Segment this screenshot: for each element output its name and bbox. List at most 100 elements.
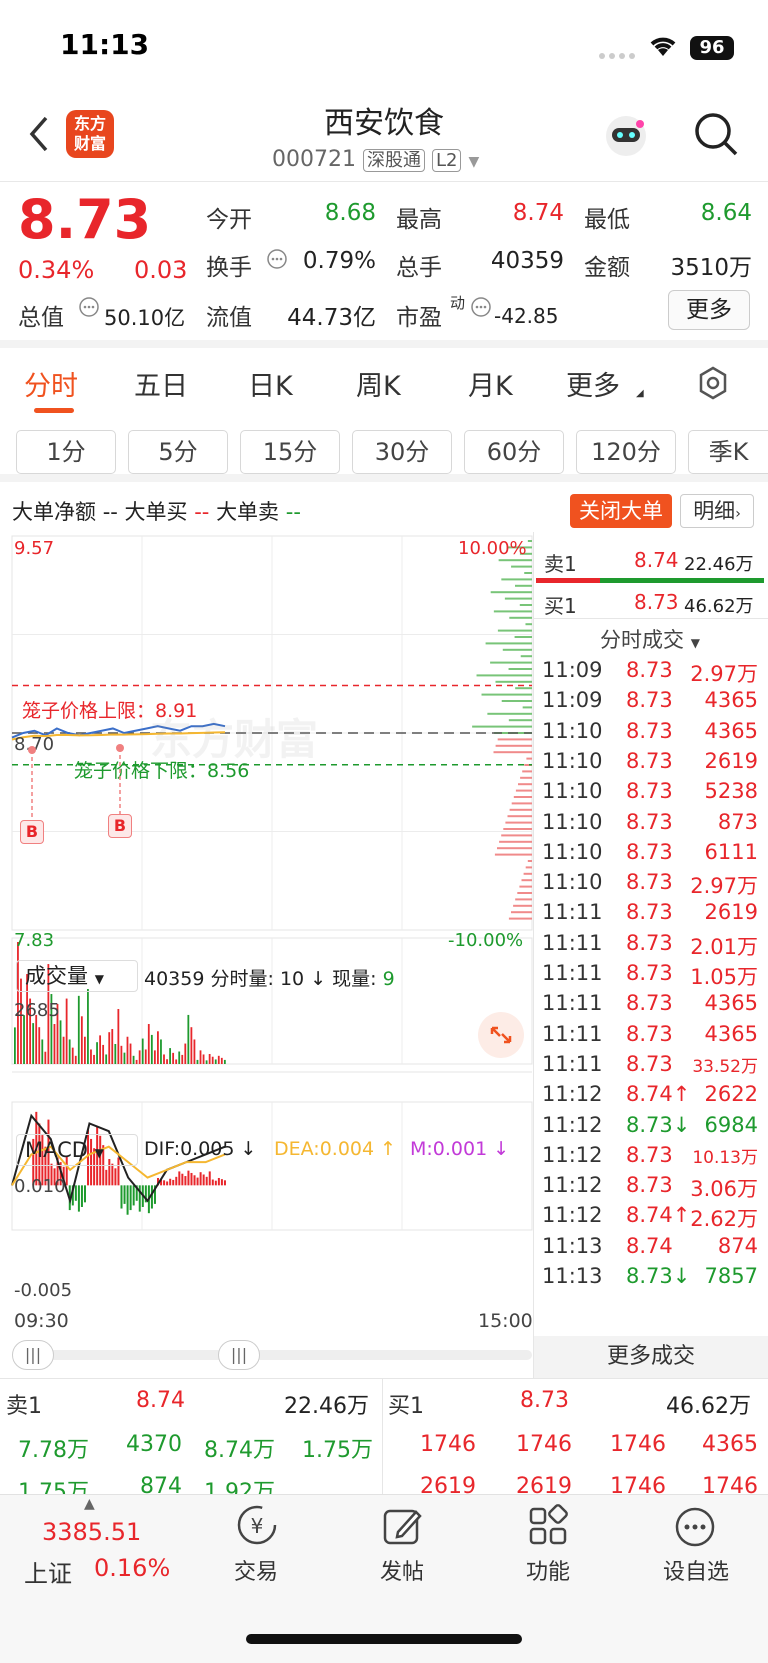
depth-bar — [494, 853, 532, 856]
close-big-order-button[interactable]: 关闭大单 — [570, 494, 672, 528]
volume-bar — [135, 1059, 138, 1064]
period-60min[interactable]: 60分 — [464, 430, 564, 474]
scroll-handle-left[interactable]: ||| — [12, 1340, 54, 1370]
period-15min[interactable]: 15分 — [240, 430, 340, 474]
period-30min[interactable]: 30分 — [352, 430, 452, 474]
period-quarter-k[interactable]: 季K — [688, 430, 768, 474]
macd-bar — [220, 1179, 223, 1186]
volume-bar — [160, 1039, 162, 1064]
tick-price: 8.73 — [626, 991, 673, 1016]
turnover-label: 换手 — [206, 255, 252, 281]
tick-time: 11:13 — [542, 1233, 603, 1258]
depth-bar — [527, 540, 532, 542]
ob-sell-queue: 7.78万 — [18, 1438, 89, 1463]
tick-time: 11:10 — [542, 839, 603, 864]
period-5min[interactable]: 5分 — [128, 430, 228, 474]
detail-button[interactable]: 明细› — [680, 494, 754, 528]
macd-selector[interactable]: MACD ▼ — [16, 1134, 138, 1166]
volume-bar — [214, 1059, 217, 1064]
mktcap-label: 总值 — [18, 305, 64, 331]
robot-assistant-icon[interactable] — [602, 112, 650, 164]
nav-add-watchlist[interactable]: 设自选 — [636, 1554, 756, 1586]
ob-buy-label: 买1 — [388, 1394, 424, 1419]
ticks-header[interactable]: 分时成交 ▼ — [600, 624, 700, 654]
volume-bar — [181, 1054, 184, 1064]
index-name[interactable]: 上证 — [24, 1554, 72, 1589]
stock-code-row: 000721 深股通 L2 ▼ — [272, 146, 479, 172]
info-icon[interactable] — [78, 296, 100, 322]
active-tab-indicator — [34, 408, 74, 413]
more-options-icon[interactable] — [672, 1504, 718, 1554]
function-icon[interactable] — [526, 1504, 572, 1554]
depth-bar — [495, 680, 532, 683]
volume-selector[interactable]: 成交量 ▼ — [16, 960, 138, 992]
depth-bar — [501, 700, 532, 702]
volume-bar — [68, 1039, 71, 1064]
high-label: 最高 — [396, 207, 442, 233]
tick-price: 8.73 — [626, 1173, 673, 1198]
ob-sell-volume: 22.46万 — [284, 1394, 369, 1419]
tick-row: 11:12 8.73 3.06万 — [540, 1173, 760, 1205]
tick-price: 8.73 — [626, 961, 673, 985]
nav-function[interactable]: 功能 — [488, 1554, 608, 1586]
volume-bar — [38, 1027, 41, 1064]
macd-bar — [190, 1172, 193, 1186]
tick-time: 11:12 — [542, 1203, 603, 1228]
tick-volume: 2619 — [704, 748, 758, 773]
macd-bar — [193, 1175, 196, 1186]
index-change[interactable]: 0.16% — [94, 1554, 170, 1582]
tab-intraday[interactable]: 分时 — [24, 364, 78, 403]
trade-icon[interactable]: ¥ — [234, 1502, 280, 1552]
time-end-label: 15:00 — [478, 1310, 533, 1332]
nav-post[interactable]: 发帖 — [342, 1554, 462, 1586]
caret-up-icon: ▲ — [84, 1496, 95, 1512]
macd-bar — [166, 1181, 169, 1186]
macd-bar — [163, 1180, 166, 1186]
volume-bar — [202, 1054, 205, 1064]
tab-weekly-k[interactable]: 周K — [356, 364, 401, 403]
volume-bar — [59, 1020, 62, 1064]
tick-time: 11:11 — [542, 1021, 603, 1046]
tab-more[interactable]: 更多 — [566, 364, 620, 403]
right-panel-divider — [533, 532, 534, 1378]
tick-volume: 4365 — [704, 1021, 758, 1046]
tab-monthly-k[interactable]: 月K — [468, 364, 513, 403]
tick-row: 11:11 8.73 33.52万 — [540, 1052, 760, 1084]
nav-trade[interactable]: 交易 — [196, 1554, 316, 1586]
expand-icon[interactable] — [478, 1012, 524, 1058]
gear-icon[interactable] — [696, 366, 730, 404]
tab-five-day[interactable]: 五日 — [134, 364, 188, 403]
chevron-down-icon[interactable]: ▼ — [468, 154, 479, 170]
tick-row: 11:12 8.73↓ 6984 — [540, 1113, 760, 1145]
more-quote-button[interactable]: 更多 — [668, 290, 750, 330]
macd-bar — [199, 1172, 202, 1186]
volume-bar — [23, 1015, 25, 1064]
tick-price: 8.73 — [626, 688, 673, 713]
tick-row: 11:13 8.74 874 — [540, 1234, 760, 1266]
tick-time: 11:12 — [542, 1142, 603, 1167]
ob-sell-label: 卖1 — [6, 1394, 42, 1419]
period-1min[interactable]: 1分 — [16, 430, 116, 474]
scroll-handle-right[interactable]: ||| — [218, 1340, 260, 1370]
macd-bar — [223, 1180, 226, 1186]
info-icon[interactable] — [266, 248, 288, 274]
post-icon[interactable] — [380, 1504, 426, 1554]
search-icon[interactable] — [692, 110, 740, 162]
depth-bar — [520, 776, 532, 779]
tick-time: 11:12 — [542, 1112, 603, 1137]
index-value[interactable]: 3385.51 — [42, 1518, 141, 1546]
more-ticks-button[interactable]: 更多成交 — [534, 1336, 768, 1378]
depth-bar — [508, 668, 532, 670]
macd-bar — [126, 1185, 129, 1215]
tick-volume: 3.06万 — [690, 1177, 758, 1202]
period-120min[interactable]: 120分 — [576, 430, 676, 474]
time-start-label: 09:30 — [14, 1310, 69, 1332]
depth-bar — [490, 591, 532, 594]
volume-bar — [108, 1032, 111, 1064]
chart-scrollbar-track[interactable] — [12, 1350, 532, 1360]
tab-daily-k[interactable]: 日K — [248, 364, 293, 403]
chart-bottom-pct: -10.00% — [448, 930, 524, 951]
high-value: 8.74 — [512, 200, 564, 226]
turnover-value: 0.79% — [302, 248, 376, 274]
info-icon[interactable] — [470, 296, 492, 322]
